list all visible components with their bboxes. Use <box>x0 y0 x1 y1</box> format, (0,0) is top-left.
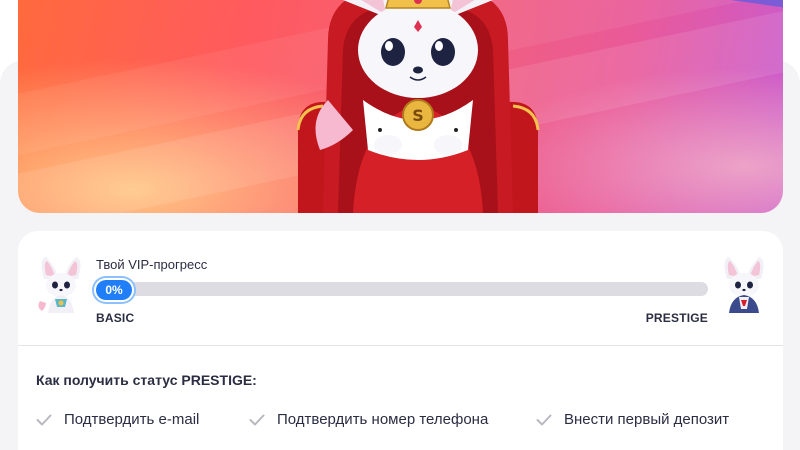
check-icon <box>536 414 552 425</box>
level-start-label: BASIC <box>96 311 135 325</box>
vip-progress-card: Твой VIP-прогресс 0% BASIC PRESTIGE Как … <box>18 231 783 450</box>
steps-list: Подтвердить e-mail Подтвердить номер тел… <box>36 411 776 431</box>
check-icon <box>36 414 52 425</box>
progress-percent-badge: 0% <box>96 280 132 300</box>
section-divider <box>18 345 783 346</box>
step-confirm-email[interactable]: Подтвердить e-mail <box>36 411 199 428</box>
step-first-deposit[interactable]: Внести первый депозит <box>536 411 729 428</box>
prestige-fox-avatar-icon <box>724 257 764 313</box>
progress-section: Твой VIP-прогресс 0% BASIC PRESTIGE <box>18 231 783 345</box>
howto-title: Как получить статус PRESTIGE: <box>36 372 257 388</box>
svg-text:S: S <box>412 106 424 125</box>
progress-title: Твой VIP-прогресс <box>96 257 208 272</box>
progress-track <box>96 282 708 296</box>
step-confirm-phone[interactable]: Подтвердить номер телефона <box>249 411 488 428</box>
level-end-label: PRESTIGE <box>645 311 708 325</box>
check-icon <box>249 414 265 425</box>
basic-fox-avatar-icon <box>38 257 81 313</box>
step-label: Внести первый депозит <box>564 411 730 428</box>
king-fox-mascot-icon: S <box>296 0 540 213</box>
step-label: Подтвердить e-mail <box>64 411 200 428</box>
step-label: Подтвердить номер телефона <box>277 411 489 428</box>
hero-banner: S <box>18 0 783 213</box>
